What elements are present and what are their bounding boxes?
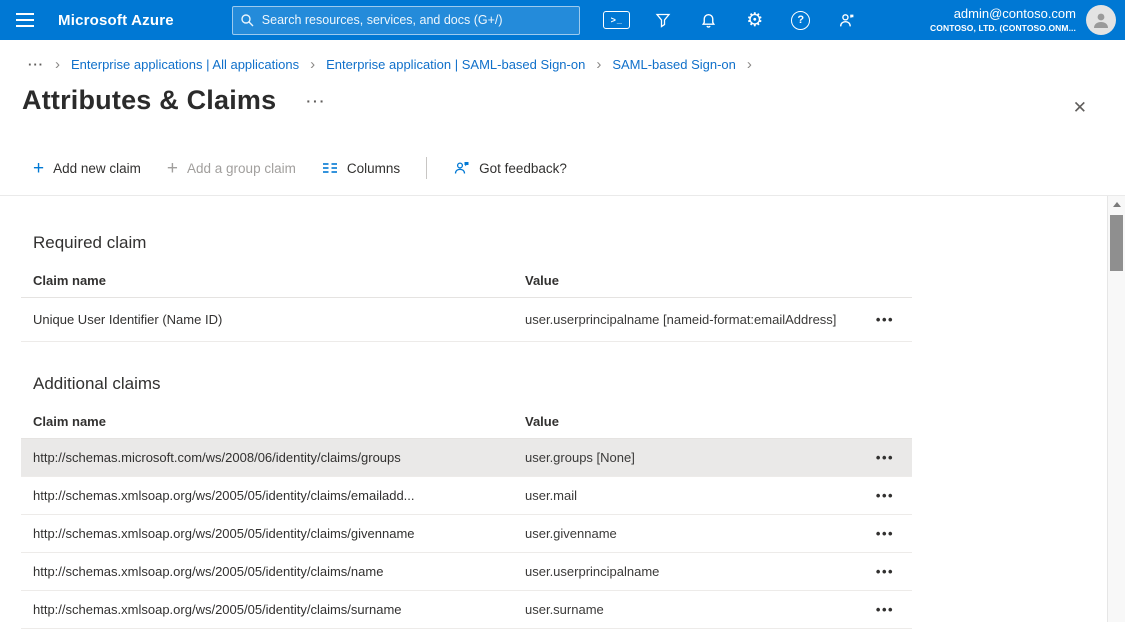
- breadcrumb-separator-icon: ›: [747, 57, 752, 72]
- page-more-button[interactable]: ···: [306, 93, 326, 109]
- breadcrumb: ··· › Enterprise applications | All appl…: [0, 40, 1125, 72]
- additional-claims-table: http://schemas.microsoft.com/ws/2008/06/…: [21, 439, 912, 629]
- row-more-options-icon[interactable]: •••: [858, 526, 912, 541]
- claim-value-cell: user.groups [None]: [513, 450, 858, 465]
- hamburger-menu-icon[interactable]: [0, 0, 50, 40]
- cloud-shell-icon[interactable]: >_: [594, 0, 640, 40]
- topbar-icon-group: >_ ⚙ ?: [594, 0, 870, 40]
- account-text: admin@contoso.com CONTOSO, LTD. (CONTOSO…: [930, 6, 1076, 34]
- breadcrumb-item-saml-based-sign-on[interactable]: SAML-based Sign-on: [612, 57, 736, 72]
- add-group-claim-button[interactable]: + Add a group claim: [167, 159, 296, 178]
- column-header-value: Value: [513, 414, 858, 429]
- page-header: Attributes & Claims ···: [0, 85, 1125, 116]
- columns-icon: [322, 161, 338, 175]
- search-input[interactable]: [260, 12, 572, 28]
- claim-value-cell: user.surname: [513, 602, 858, 617]
- add-group-claim-label: Add a group claim: [187, 161, 296, 176]
- claim-name-cell: http://schemas.xmlsoap.org/ws/2005/05/id…: [21, 564, 513, 579]
- column-header-claim-name: Claim name: [21, 414, 513, 429]
- claims-panel: Required claim Claim name Value Unique U…: [21, 233, 912, 629]
- additional-claims-table-header: Claim name Value: [21, 404, 912, 439]
- row-more-options-icon[interactable]: •••: [858, 602, 912, 617]
- feedback-icon[interactable]: [824, 0, 870, 40]
- add-new-claim-button[interactable]: + Add new claim: [33, 159, 141, 178]
- page-title: Attributes & Claims: [22, 85, 276, 116]
- search-icon: [240, 13, 254, 27]
- scrollbar-up-arrow[interactable]: [1108, 196, 1125, 212]
- claim-value-cell: user.mail: [513, 488, 858, 503]
- notifications-bell-icon[interactable]: [686, 0, 732, 40]
- account-menu[interactable]: admin@contoso.com CONTOSO, LTD. (CONTOSO…: [930, 5, 1125, 35]
- claim-name-cell: http://schemas.xmlsoap.org/ws/2005/05/id…: [21, 488, 513, 503]
- claim-name-cell: http://schemas.xmlsoap.org/ws/2005/05/id…: [21, 602, 513, 617]
- close-icon[interactable]: ✕: [1071, 96, 1089, 120]
- claim-row[interactable]: http://schemas.xmlsoap.org/ws/2005/05/id…: [21, 591, 912, 629]
- breadcrumb-separator-icon: ›: [55, 57, 60, 72]
- help-icon[interactable]: ?: [778, 0, 824, 40]
- claim-row[interactable]: Unique User Identifier (Name ID)user.use…: [21, 298, 912, 342]
- columns-button[interactable]: Columns: [322, 161, 400, 176]
- required-claims-table: Unique User Identifier (Name ID)user.use…: [21, 298, 912, 342]
- avatar[interactable]: [1086, 5, 1116, 35]
- breadcrumb-item-enterprise-application-saml[interactable]: Enterprise application | SAML-based Sign…: [326, 57, 585, 72]
- got-feedback-button[interactable]: Got feedback?: [453, 160, 567, 176]
- column-header-claim-name: Claim name: [21, 273, 513, 288]
- row-more-options-icon[interactable]: •••: [858, 450, 912, 465]
- claim-row[interactable]: http://schemas.xmlsoap.org/ws/2005/05/id…: [21, 553, 912, 591]
- claim-name-cell: http://schemas.xmlsoap.org/ws/2005/05/id…: [21, 526, 513, 541]
- claim-row[interactable]: http://schemas.xmlsoap.org/ws/2005/05/id…: [21, 515, 912, 553]
- columns-label: Columns: [347, 161, 400, 176]
- breadcrumb-overflow-button[interactable]: ···: [28, 57, 44, 72]
- claim-value-cell: user.givenname: [513, 526, 858, 541]
- feedback-person-icon: [453, 160, 470, 176]
- required-claims-table-header: Claim name Value: [21, 263, 912, 298]
- azure-top-bar: Microsoft Azure >_ ⚙ ?: [0, 0, 1125, 40]
- plus-icon: +: [33, 159, 44, 178]
- toolbar-divider: [426, 157, 427, 179]
- toolbar-separator-line: [0, 195, 1125, 196]
- vertical-scrollbar[interactable]: [1107, 196, 1125, 622]
- plus-icon: +: [167, 159, 178, 178]
- row-more-options-icon[interactable]: •••: [858, 488, 912, 503]
- scrollbar-thumb[interactable]: [1110, 215, 1123, 271]
- global-search-box[interactable]: [232, 6, 580, 35]
- directory-filter-icon[interactable]: [640, 0, 686, 40]
- claim-name-cell: http://schemas.microsoft.com/ws/2008/06/…: [21, 450, 513, 465]
- azure-brand-link[interactable]: Microsoft Azure: [58, 12, 174, 29]
- command-bar: + Add new claim + Add a group claim Colu…: [0, 156, 1125, 180]
- claim-value-cell: user.userprincipalname [nameid-format:em…: [513, 312, 858, 327]
- claim-name-cell: Unique User Identifier (Name ID): [21, 312, 513, 327]
- got-feedback-label: Got feedback?: [479, 161, 567, 176]
- breadcrumb-item-enterprise-applications[interactable]: Enterprise applications | All applicatio…: [71, 57, 299, 72]
- row-more-options-icon[interactable]: •••: [858, 564, 912, 579]
- required-claim-heading: Required claim: [21, 233, 912, 253]
- breadcrumb-separator-icon: ›: [596, 57, 601, 72]
- account-email: admin@contoso.com: [930, 6, 1076, 23]
- claim-row[interactable]: http://schemas.xmlsoap.org/ws/2005/05/id…: [21, 477, 912, 515]
- claim-value-cell: user.userprincipalname: [513, 564, 858, 579]
- column-header-value: Value: [513, 273, 858, 288]
- breadcrumb-separator-icon: ›: [310, 57, 315, 72]
- add-new-claim-label: Add new claim: [53, 161, 141, 176]
- settings-gear-icon[interactable]: ⚙: [732, 0, 778, 40]
- claim-row[interactable]: http://schemas.microsoft.com/ws/2008/06/…: [21, 439, 912, 477]
- row-more-options-icon[interactable]: •••: [858, 312, 912, 327]
- account-tenant: CONTOSO, LTD. (CONTOSO.ONM...: [930, 23, 1076, 34]
- additional-claims-heading: Additional claims: [21, 374, 912, 394]
